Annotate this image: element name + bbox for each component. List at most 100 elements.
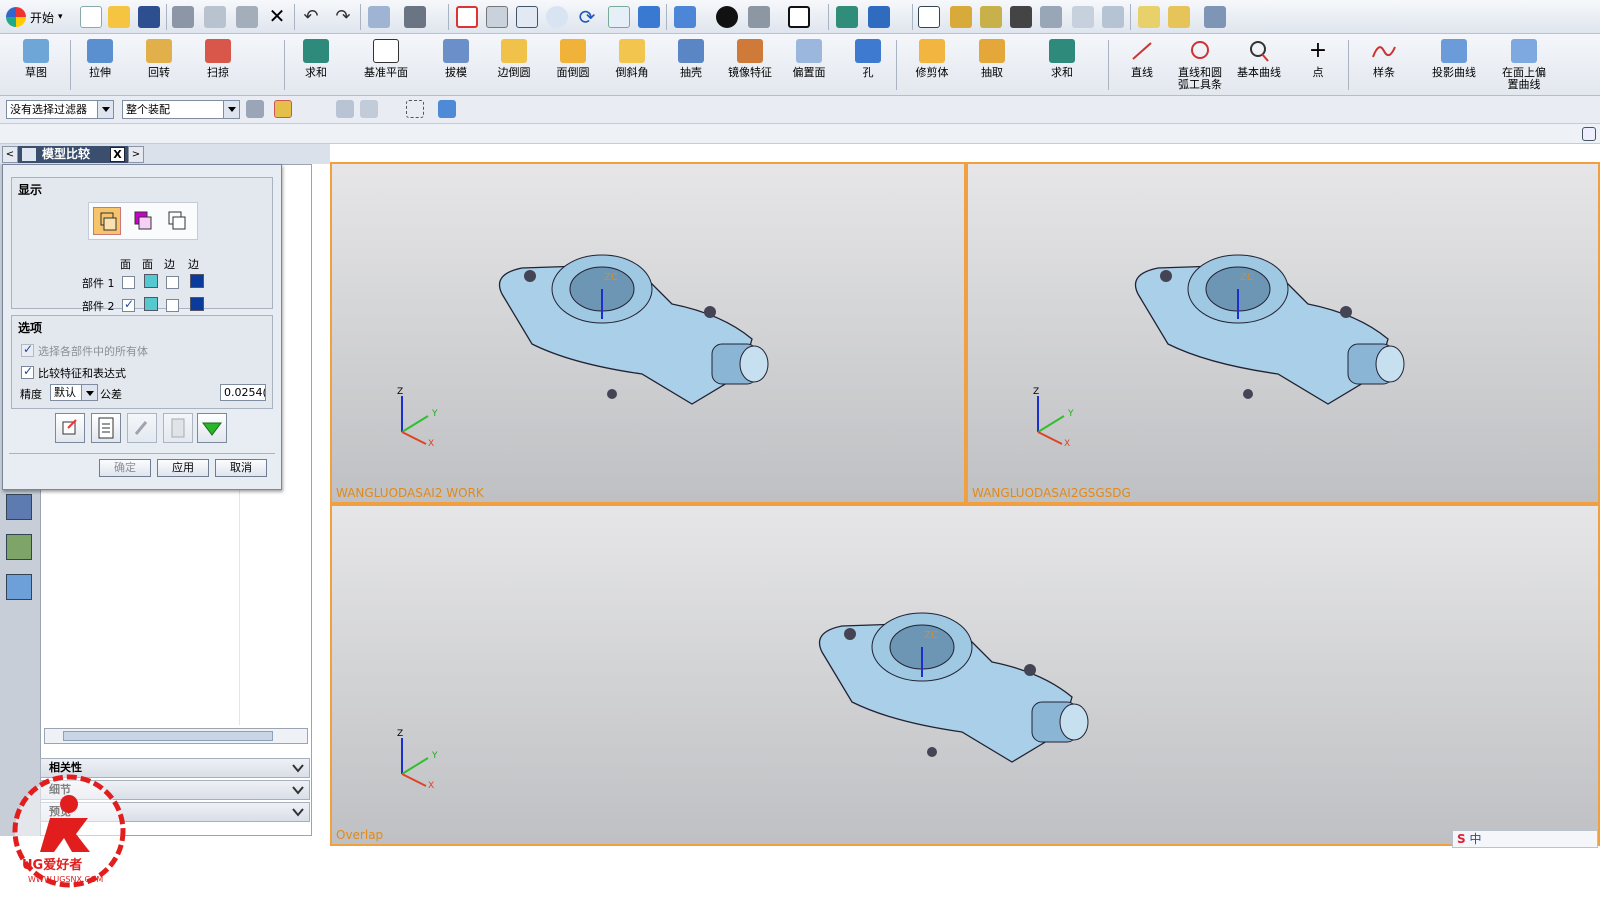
solid-body-icon[interactable] <box>438 100 456 118</box>
all-bodies-checkbox[interactable] <box>21 342 34 357</box>
tolerance-input[interactable]: 0.0254( <box>220 384 266 401</box>
horizontal-scrollbar[interactable] <box>44 728 308 744</box>
history-icon[interactable] <box>6 494 32 520</box>
view-orient-icon[interactable] <box>674 6 696 28</box>
part1-edge-color[interactable] <box>190 274 204 288</box>
resource-next-button[interactable]: > <box>128 146 144 163</box>
viewport-compare[interactable]: ZC Z Y X WANGLUODASAI2GSGSDG <box>966 162 1600 504</box>
background-icon[interactable] <box>748 6 770 28</box>
part2-face-checkbox[interactable] <box>122 297 135 312</box>
side-by-side-mode-icon[interactable] <box>129 207 157 235</box>
extract-button[interactable]: 抽取 <box>962 37 1022 93</box>
expand-options-button[interactable] <box>197 413 227 443</box>
revolve-button[interactable]: 回转 <box>129 37 189 93</box>
measure-distance-icon[interactable] <box>1138 6 1160 28</box>
info-icon[interactable] <box>368 6 390 28</box>
paste-icon[interactable] <box>236 6 258 28</box>
redo-icon[interactable]: ↷ <box>332 6 354 28</box>
sweep-button[interactable]: 扫掠 <box>188 37 248 93</box>
snap-point-icon[interactable] <box>950 6 972 28</box>
assembly-icon[interactable] <box>1204 6 1226 28</box>
snap-end-icon[interactable] <box>980 6 1002 28</box>
compare-features-checkbox[interactable] <box>21 364 34 379</box>
maximize-graphics-icon[interactable] <box>1582 127 1596 141</box>
fit-view-icon[interactable] <box>456 6 478 28</box>
open-folder-icon[interactable] <box>108 6 130 28</box>
cut-icon[interactable] <box>172 6 194 28</box>
offset-face-button[interactable]: 偏置面 <box>779 37 839 93</box>
viewport-work[interactable]: ZC Z Y X WANGLUODASAI2 WORK <box>330 162 966 504</box>
selection-filter-dropdown[interactable]: 没有选择过滤器 <box>6 100 114 119</box>
hole-button[interactable]: 孔 <box>838 37 898 93</box>
face-blend-button[interactable]: 面倒圆 <box>543 37 603 93</box>
spline-button[interactable]: 样条 <box>1354 37 1414 93</box>
snap-center-icon[interactable] <box>1040 6 1062 28</box>
basic-curve-button[interactable]: 基本曲线 <box>1229 37 1289 93</box>
viewport-overlap[interactable]: ZC Z Y X Overlap <box>330 504 1600 846</box>
extrude-button[interactable]: 拉伸 <box>70 37 130 93</box>
undo-icon[interactable]: ↶ <box>300 6 322 28</box>
copy-report-button[interactable] <box>163 413 193 443</box>
datum-plane-button[interactable]: 基准平面 <box>356 37 416 93</box>
part2-edge-color[interactable] <box>190 297 204 311</box>
line-button[interactable]: 直线 <box>1112 37 1172 93</box>
scrollbar-thumb[interactable] <box>63 731 273 741</box>
snap-mid-icon[interactable] <box>1010 6 1032 28</box>
snap-intersect-icon[interactable] <box>1102 6 1124 28</box>
point-button[interactable]: + 点 <box>1288 37 1348 93</box>
mirror-feature-button[interactable]: 镜像特征 <box>720 37 780 93</box>
filter-reset-icon[interactable] <box>246 100 264 118</box>
part1-edge-checkbox[interactable] <box>166 276 179 289</box>
pin-icon[interactable] <box>22 148 36 161</box>
move-icon[interactable] <box>868 6 890 28</box>
selection-scope-dropdown[interactable]: 整个装配 <box>122 100 240 119</box>
unite-2-button[interactable]: 求和 <box>1032 37 1092 93</box>
ime-toolbar[interactable]: S 中 <box>1452 830 1598 848</box>
align-parts-button[interactable] <box>55 413 85 443</box>
select-icon[interactable] <box>918 6 940 28</box>
delete-icon[interactable]: ✕ <box>266 6 288 28</box>
start-menu-button[interactable]: 开始 ▾ <box>6 6 63 28</box>
precision-dropdown[interactable]: 默认 <box>50 384 98 401</box>
ok-button[interactable]: 确定 <box>99 459 151 477</box>
edge-blend-button[interactable]: 边倒圆 <box>484 37 544 93</box>
rotate-icon[interactable]: ⟳ <box>576 6 598 28</box>
cancel-button[interactable]: 取消 <box>215 459 267 477</box>
close-tab-button[interactable]: X <box>110 147 125 162</box>
copy-icon[interactable] <box>204 6 226 28</box>
roles-icon[interactable] <box>6 534 32 560</box>
render-style-icon[interactable] <box>716 6 738 28</box>
new-file-icon[interactable] <box>80 6 102 28</box>
part2-edge-checkbox[interactable] <box>166 299 179 312</box>
line-arc-toolbar-button[interactable]: 直线和圆 弧工具条 <box>1170 37 1230 93</box>
select-region-icon[interactable] <box>406 100 424 118</box>
part1-face-checkbox[interactable] <box>122 276 135 289</box>
zoom-window-icon[interactable] <box>486 6 508 28</box>
filter-tool-button[interactable] <box>127 413 157 443</box>
zoom-fit-icon[interactable] <box>516 6 538 28</box>
select-features-icon[interactable] <box>336 100 354 118</box>
layer-icon[interactable] <box>788 6 810 28</box>
resource-prev-button[interactable]: < <box>2 146 18 163</box>
snap-toggle-icon[interactable] <box>274 100 292 118</box>
snap-cursor-icon[interactable] <box>1072 6 1094 28</box>
measure-angle-icon[interactable] <box>1168 6 1190 28</box>
wcs-icon[interactable] <box>836 6 858 28</box>
select-faces-icon[interactable] <box>360 100 378 118</box>
pan-icon[interactable] <box>608 6 630 28</box>
binoculars-icon[interactable] <box>404 6 426 28</box>
system-scene-icon[interactable] <box>6 574 32 600</box>
report-button[interactable] <box>91 413 121 443</box>
chamfer-button[interactable]: 倒斜角 <box>602 37 662 93</box>
zoom-icon[interactable] <box>546 6 568 28</box>
difference-mode-icon[interactable] <box>163 207 191 235</box>
perspective-icon[interactable] <box>638 6 660 28</box>
part1-face-color[interactable] <box>144 274 158 288</box>
draft-button[interactable]: 拔模 <box>426 37 486 93</box>
part2-face-color[interactable] <box>144 297 158 311</box>
trim-body-button[interactable]: 修剪体 <box>902 37 962 93</box>
unite-button[interactable]: 求和 <box>286 37 346 93</box>
save-icon[interactable] <box>138 6 160 28</box>
offset-curve-on-face-button[interactable]: 在面上偏 置曲线 <box>1494 37 1554 93</box>
apply-button[interactable]: 应用 <box>157 459 209 477</box>
